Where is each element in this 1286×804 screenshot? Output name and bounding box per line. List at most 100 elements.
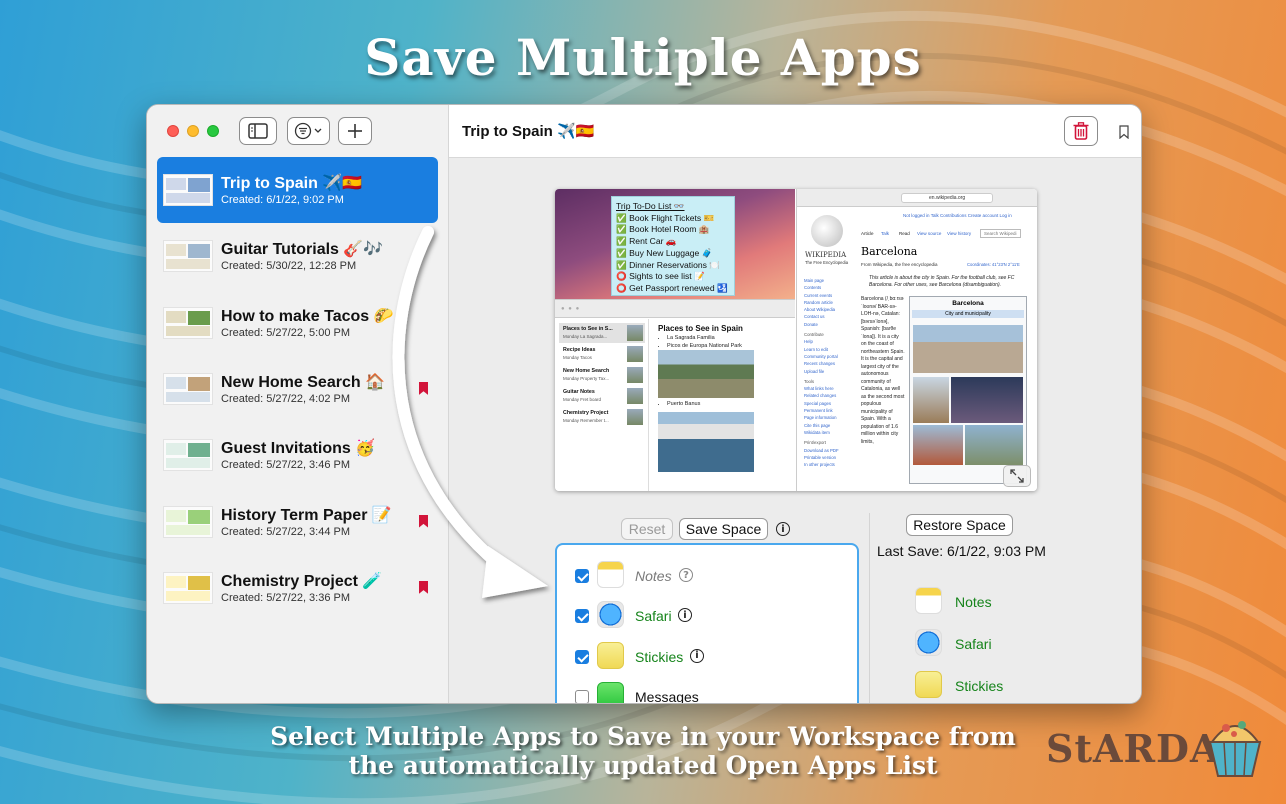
wiki-nav-link: Current events xyxy=(804,292,833,298)
notes-row-thumb xyxy=(627,325,643,341)
bookmark-flag-icon xyxy=(419,514,428,528)
note-bullet-item: Picos de Europa National Park xyxy=(667,342,742,350)
close-window-button[interactable] xyxy=(167,125,179,137)
wiki-nav-link: Random article xyxy=(804,299,833,305)
sidebar-item-date: Created: 5/30/22, 12:28 PM xyxy=(221,260,357,273)
wiki-nav-link: Help xyxy=(804,339,813,345)
wiki-nav-link: Tools xyxy=(804,378,815,384)
cupcake-icon xyxy=(1208,721,1262,777)
wiki-nav-link: Community portal xyxy=(804,353,838,359)
restore-space-button[interactable]: Restore Space xyxy=(906,514,1013,536)
sidebar-item[interactable]: New Home Search 🏠 Created: 5/27/22, 4:02 … xyxy=(157,356,438,422)
notes-list-row: New Home Search Monday Property Tax... xyxy=(559,365,645,385)
notes-list-row: Chemistry Project Monday Remember t... xyxy=(559,407,645,427)
wiki-search: Search Wikipedi xyxy=(980,229,1021,238)
wiki-from: From Wikipedia, the free encyclopedia xyxy=(861,262,938,267)
app-checkbox[interactable] xyxy=(575,569,589,583)
wiki-tab: Article xyxy=(861,231,874,236)
subline: Select Multiple Apps to Save in your Wor… xyxy=(160,722,1126,780)
wiki-nav-link: Recent changes xyxy=(804,361,836,367)
workspace-thumbnail xyxy=(163,240,213,273)
help-icon[interactable]: ? xyxy=(679,568,693,582)
wiki-nav-link: Learn to edit xyxy=(804,346,828,352)
workspace-preview[interactable]: Trip To-Do List 👓 ✅ Book Flight Tickets 🎫… xyxy=(555,189,1037,491)
info-icon[interactable]: i xyxy=(678,608,692,623)
wiki-nav-link: Wikidata item xyxy=(804,429,830,435)
notes-row-title: Recipe Ideas xyxy=(563,347,596,353)
workspace-title: Trip to Spain ✈️🇪🇸 xyxy=(462,123,595,140)
wiki-infobox: Barcelona City and municipality xyxy=(909,296,1027,484)
bookmark-flag-icon xyxy=(419,580,428,594)
note-title: Places to See in Spain xyxy=(658,324,743,333)
sidebar-item[interactable]: Guitar Tutorials 🎸🎶 Created: 5/30/22, 12:… xyxy=(157,223,438,289)
safari-icon xyxy=(597,601,624,629)
app-window: Trip to Spain ✈️🇪🇸 Created: 6/1/22, 9:02 … xyxy=(146,104,1142,704)
app-checkbox[interactable] xyxy=(575,689,589,703)
app-name: Stickies xyxy=(635,648,684,665)
bookmark-icon[interactable] xyxy=(1119,125,1129,139)
stickies-line: Trip To-Do List 👓 xyxy=(616,201,685,211)
stickies-line: ⭕ Sights to see list 📝 xyxy=(616,271,705,282)
saved-app-item: Notes xyxy=(915,587,1075,617)
wiki-body: Barcelona (/ˌbɑːrsəˈloʊnə/ BAR-sə-LOH-nə… xyxy=(861,296,905,445)
wiki-tagline: The Free Encyclopedia xyxy=(805,260,849,265)
note-bullet-2: Puerto Banus xyxy=(667,401,700,407)
save-info-icon[interactable]: i xyxy=(776,522,790,536)
sidebar-item[interactable]: Guest Invitations 🥳 Created: 5/27/22, 3:4… xyxy=(157,422,438,488)
wikipedia-globe xyxy=(811,215,843,247)
stickies-line: ✅ Buy New Luggage 🧳 xyxy=(616,247,713,258)
notes-row-sub: Monday La Sagrada... xyxy=(563,334,608,339)
workspace-thumbnail xyxy=(163,372,213,405)
workspace-thumbnail xyxy=(163,439,213,472)
app-row: Safari i xyxy=(557,595,857,635)
infobox-photo-sagrada xyxy=(913,377,949,423)
detail-header: Trip to Spain ✈️🇪🇸 xyxy=(449,105,1141,158)
trash-icon xyxy=(1073,122,1089,140)
photo-marina xyxy=(658,412,754,472)
sidebar-item-date: Created: 5/27/22, 3:46 PM xyxy=(221,459,351,472)
sidebar-item[interactable]: Chemistry Project 🧪 Created: 5/27/22, 3:3… xyxy=(157,555,438,621)
add-workspace-button[interactable] xyxy=(338,117,372,145)
sidebar-item-date: Created: 6/1/22, 9:02 PM xyxy=(221,194,344,206)
stickies-line: ✅ Book Flight Tickets 🎫 xyxy=(616,212,715,223)
reset-button[interactable]: Reset xyxy=(621,518,673,540)
pane-divider xyxy=(869,513,870,703)
notes-list-row: Guitar Notes Monday Fret board xyxy=(559,386,645,406)
sidebar-item[interactable]: Trip to Spain ✈️🇪🇸 Created: 6/1/22, 9:02 … xyxy=(157,157,438,223)
notes-toolbar: ● ● ● xyxy=(555,300,795,318)
filter-button[interactable] xyxy=(287,117,330,145)
wiki-nav-link: Contribute xyxy=(804,332,824,338)
notes-row-thumb xyxy=(627,409,643,425)
app-name: Notes xyxy=(635,568,672,584)
plus-icon xyxy=(348,124,362,138)
notes-row-title: New Home Search xyxy=(563,368,610,374)
app-name: Messages xyxy=(635,688,699,704)
notes-row-thumb xyxy=(627,367,643,383)
notes-row-sub: Monday Property Tax... xyxy=(563,376,610,381)
notes-icon xyxy=(597,561,624,588)
sidebar-item[interactable]: History Term Paper 📝 Created: 5/27/22, 3:… xyxy=(157,489,438,555)
info-icon[interactable]: i xyxy=(690,648,704,663)
wiki-nav-link: Permanent link xyxy=(804,408,833,414)
minimize-window-button[interactable] xyxy=(187,125,199,137)
expand-preview-button[interactable] xyxy=(1003,465,1031,487)
delete-button[interactable] xyxy=(1064,116,1098,146)
safari-icon xyxy=(915,629,942,656)
sidebar-toggle-button[interactable] xyxy=(239,117,277,145)
expand-icon xyxy=(1010,469,1024,483)
notes-row-thumb xyxy=(627,346,643,362)
sidebar-item[interactable]: How to make Tacos 🌮 Created: 5/27/22, 5:0… xyxy=(157,290,438,356)
app-checkbox[interactable] xyxy=(575,609,589,624)
app-checkbox[interactable] xyxy=(575,649,589,664)
app-name: Safari xyxy=(635,608,672,625)
sidebar-item-title: Guitar Tutorials 🎸🎶 xyxy=(221,241,384,259)
save-space-button[interactable]: Save Space xyxy=(679,518,768,540)
infobox-title: Barcelona xyxy=(952,300,984,307)
wiki-nav-link: Main page xyxy=(804,278,825,283)
saved-app-name: Safari xyxy=(955,636,992,652)
wiki-article-title: Barcelona xyxy=(861,245,918,258)
stickies-icon xyxy=(915,671,942,698)
workspace-thumbnail xyxy=(163,505,213,538)
wiki-nav-link: Contents xyxy=(804,285,822,291)
zoom-window-button[interactable] xyxy=(207,125,219,137)
